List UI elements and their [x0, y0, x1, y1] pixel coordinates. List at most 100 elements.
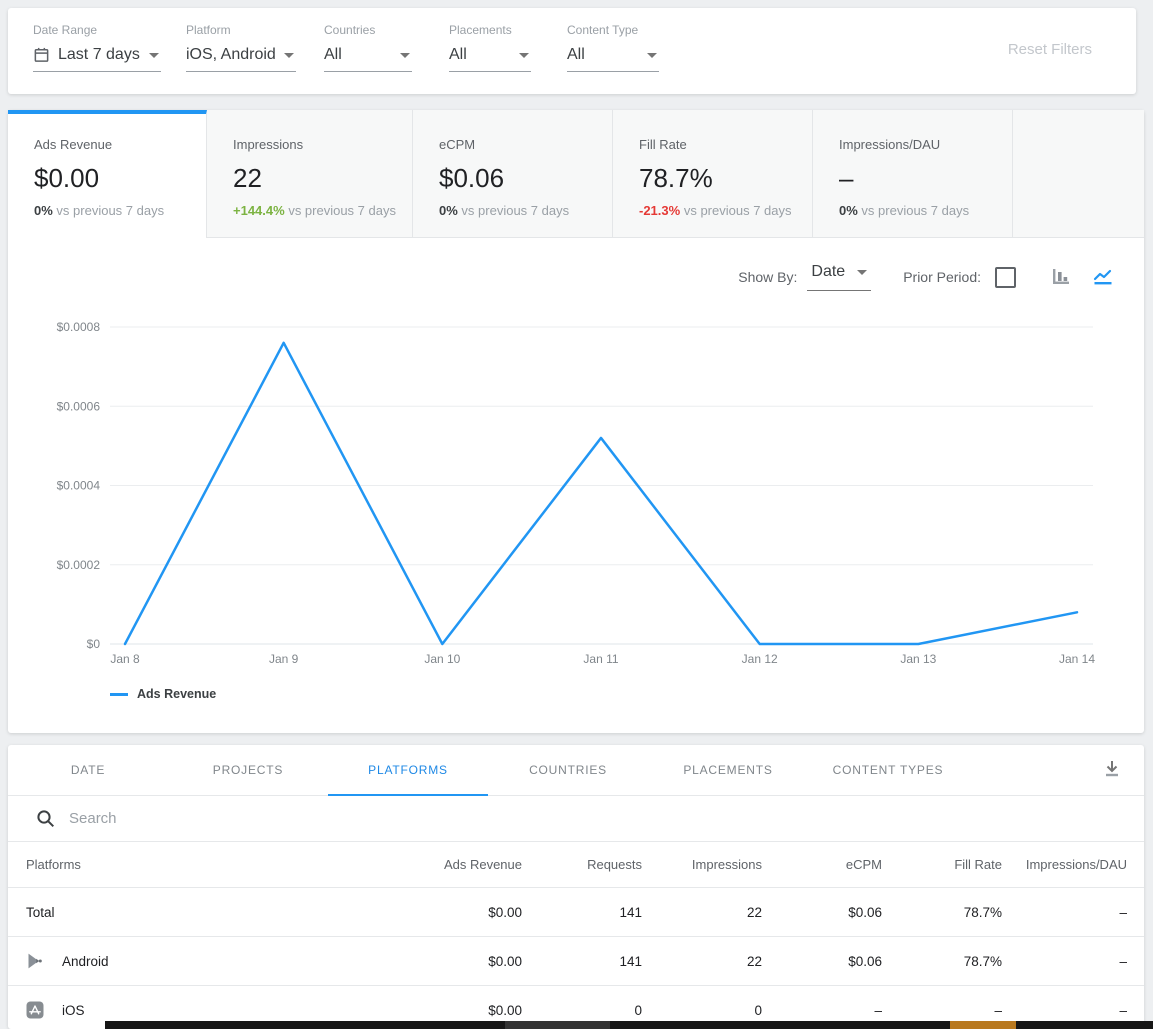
calendar-icon [33, 46, 50, 64]
caret-down-icon [400, 53, 410, 58]
tab-platforms[interactable]: PLATFORMS [328, 745, 488, 795]
cell-impressions-dau: – [1002, 905, 1144, 920]
metric-delta-suffix: vs previous 7 days [56, 203, 164, 218]
metric-label: Fill Rate [639, 137, 812, 152]
prior-period-checkbox[interactable] [995, 267, 1016, 288]
countries-select[interactable]: All [324, 44, 412, 72]
caret-down-icon [857, 270, 867, 275]
cell-fill-rate: 78.7% [882, 954, 1002, 969]
y-axis-tick-label: $0.0004 [57, 479, 101, 493]
legend-label: Ads Revenue [137, 687, 216, 701]
content-type-filter[interactable]: Content Type All [567, 23, 659, 72]
x-axis-tick-label: Jan 13 [900, 652, 936, 666]
row-name: Total [8, 905, 402, 920]
line-chart-toggle-button[interactable] [1092, 267, 1114, 287]
x-axis-tick-label: Jan 10 [424, 652, 460, 666]
metric-tab-fill-rate[interactable]: Fill Rate 78.7% -21.3% vs previous 7 day… [613, 110, 813, 238]
caret-down-icon [284, 53, 294, 58]
reset-filters-button[interactable]: Reset Filters [1002, 40, 1098, 59]
date-range-value: Last 7 days [58, 46, 140, 64]
metric-label: Impressions [233, 137, 412, 152]
row-name: iOS [62, 1003, 85, 1018]
countries-label: Countries [324, 23, 412, 37]
analytics-dashboard: Date Range Last 7 days Platform iOS, And… [0, 0, 1153, 1029]
table-row-total[interactable]: Total $0.00 141 22 $0.06 78.7% – [8, 888, 1144, 937]
metric-value: $0.06 [439, 163, 612, 194]
platform-select[interactable]: iOS, Android [186, 44, 296, 72]
content-type-value: All [567, 46, 585, 64]
row-name: Android [62, 954, 109, 969]
line-chart-icon [1092, 267, 1114, 287]
cell-impressions: 22 [642, 905, 762, 920]
tab-placements[interactable]: PLACEMENTS [648, 745, 808, 795]
cell-ecpm: – [762, 1003, 882, 1018]
metric-delta-value: 0% [34, 203, 53, 218]
download-button[interactable] [1102, 758, 1122, 780]
metric-delta-suffix: vs previous 7 days [461, 203, 569, 218]
metric-delta: +144.4% vs previous 7 days [233, 203, 412, 218]
tab-projects[interactable]: PROJECTS [168, 745, 328, 795]
google-play-icon [26, 952, 44, 970]
metric-tab-ecpm[interactable]: eCPM $0.06 0% vs previous 7 days [413, 110, 613, 238]
bar-chart-icon [1050, 267, 1072, 287]
cell-impressions: 22 [642, 954, 762, 969]
cell-ecpm: $0.06 [762, 905, 882, 920]
cell-fill-rate: – [882, 1003, 1002, 1018]
placements-filter[interactable]: Placements All [449, 23, 531, 72]
metric-value: 78.7% [639, 163, 812, 194]
search-input[interactable] [67, 809, 771, 828]
cell-requests: 141 [522, 954, 642, 969]
x-axis-tick-label: Jan 11 [583, 652, 618, 666]
x-axis-tick-label: Jan 14 [1059, 652, 1095, 666]
tab-countries[interactable]: COUNTRIES [488, 745, 648, 795]
search-icon [36, 809, 55, 828]
placements-label: Placements [449, 23, 531, 37]
chart-type-toggle [1050, 267, 1114, 287]
placements-select[interactable]: All [449, 44, 531, 72]
table-search-row [8, 796, 1144, 842]
table-header-row: Platforms Ads Revenue Requests Impressio… [8, 842, 1144, 888]
countries-filter[interactable]: Countries All [324, 23, 412, 72]
metric-value: $0.00 [34, 163, 206, 194]
date-range-select[interactable]: Last 7 days [33, 44, 161, 72]
x-axis-tick-label: Jan 12 [742, 652, 778, 666]
column-platforms: Platforms [8, 857, 402, 872]
date-range-filter[interactable]: Date Range Last 7 days [33, 23, 161, 72]
column-ecpm: eCPM [762, 857, 882, 872]
metric-value: – [839, 163, 1012, 194]
metric-tab-impressions[interactable]: Impressions 22 +144.4% vs previous 7 day… [207, 110, 413, 238]
tab-content-types[interactable]: CONTENT TYPES [808, 745, 968, 795]
platform-filter[interactable]: Platform iOS, Android [186, 23, 296, 72]
series-line-ads-revenue [125, 343, 1077, 644]
content-type-select[interactable]: All [567, 44, 659, 72]
metric-delta-suffix: vs previous 7 days [288, 203, 396, 218]
show-by-select[interactable]: Date [807, 263, 871, 291]
metric-tab-impressions-dau[interactable]: Impressions/DAU – 0% vs previous 7 days [813, 110, 1013, 238]
date-range-label: Date Range [33, 23, 161, 37]
metric-label: Ads Revenue [34, 137, 206, 152]
metric-label: Impressions/DAU [839, 137, 1012, 152]
table-row-android[interactable]: Android $0.00 141 22 $0.06 78.7% – [8, 937, 1144, 986]
caret-down-icon [149, 53, 159, 58]
cell-fill-rate: 78.7% [882, 905, 1002, 920]
metric-tab-ads-revenue[interactable]: Ads Revenue $0.00 0% vs previous 7 days [8, 110, 207, 238]
bar-chart-toggle-button[interactable] [1050, 267, 1072, 287]
metric-delta: 0% vs previous 7 days [439, 203, 612, 218]
metric-delta: 0% vs previous 7 days [34, 203, 206, 218]
prior-period-label: Prior Period: [903, 269, 981, 285]
cell-ads-revenue: $0.00 [402, 1003, 522, 1018]
show-by-value: Date [811, 263, 845, 281]
metric-tabs: Ads Revenue $0.00 0% vs previous 7 days … [8, 110, 1144, 238]
caret-down-icon [647, 53, 657, 58]
taskbar-edge-strip [105, 1021, 1153, 1029]
column-impressions: Impressions [642, 857, 762, 872]
caret-down-icon [519, 53, 529, 58]
tab-date[interactable]: DATE [8, 745, 168, 795]
cell-ads-revenue: $0.00 [402, 905, 522, 920]
metric-value: 22 [233, 163, 412, 194]
metric-delta: 0% vs previous 7 days [839, 203, 1012, 218]
column-fill-rate: Fill Rate [882, 857, 1002, 872]
show-by-label: Show By: [738, 269, 797, 285]
filter-bar: Date Range Last 7 days Platform iOS, And… [8, 8, 1136, 94]
y-axis-tick-label: $0.0002 [57, 558, 101, 572]
